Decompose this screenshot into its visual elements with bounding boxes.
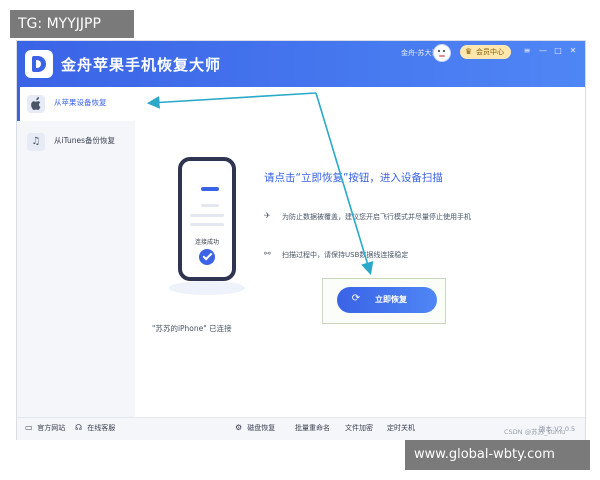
csdn-watermark: CSDN @苏苏_sumu <box>504 428 566 436</box>
footer-bar: ▭ 官方网站 ☊ 在线客服 ⚙ 磁盘恢复 批量重命名 文件加密 定时关机 版本:… <box>17 417 585 440</box>
sidebar: 从苹果设备恢复 ♫ 从iTunes备份恢复 <box>17 87 135 417</box>
sidebar-item-label: 从iTunes备份恢复 <box>54 136 116 145</box>
footer-scheduled-shutdown[interactable]: 定时关机 <box>387 423 415 433</box>
footer-online-support[interactable]: ☊ 在线客服 <box>75 423 115 433</box>
minimize-icon[interactable]: — <box>537 45 549 57</box>
sidebar-item-itunes-backup[interactable]: ♫ 从iTunes备份恢复 <box>17 125 135 159</box>
checkmark-icon <box>199 249 215 265</box>
close-icon[interactable]: ✕ <box>567 45 579 57</box>
phone-icon: 连接成功 <box>178 157 236 281</box>
monitor-icon: ▭ <box>25 423 33 432</box>
maximize-icon[interactable]: □ <box>552 45 564 57</box>
footer-file-encrypt[interactable]: 文件加密 <box>345 423 373 433</box>
apple-icon <box>27 95 45 113</box>
sidebar-item-apple-device[interactable]: 从苹果设备恢复 <box>17 87 135 121</box>
footer-disk-recovery[interactable]: ⚙ 磁盘恢复 <box>235 423 275 433</box>
device-connected-caption: "苏苏的iPhone" 已连接 <box>152 324 232 333</box>
crown-icon: ♛ <box>465 47 473 56</box>
airplane-icon: ✈ <box>264 211 271 220</box>
usb-icon: ⚯ <box>264 249 271 258</box>
tg-badge: TG: MYYJJPP <box>10 10 134 38</box>
footer-official-site[interactable]: ▭ 官方网站 <box>25 423 65 433</box>
menu-icon[interactable]: ≡ <box>521 45 533 57</box>
restore-now-label: 立即恢复 <box>375 295 407 304</box>
title-bar: 金舟苹果手机恢复大师 金舟-苏大哥 ♛ 会员中心 ≡ — □ ✕ <box>17 41 585 87</box>
site-watermark: www.global-wbty.com <box>405 440 590 470</box>
vip-center-label: 会员中心 <box>476 48 504 56</box>
refresh-icon: ⟳ <box>351 293 361 304</box>
app-window: 金舟苹果手机恢复大师 金舟-苏大哥 ♛ 会员中心 ≡ — □ ✕ 从苹果设备恢复… <box>16 40 586 440</box>
headset-icon: ☊ <box>75 423 83 432</box>
app-logo-icon <box>25 50 53 78</box>
scan-prompt: 请点击“立即恢复”按钮，进入设备扫描 <box>264 172 443 184</box>
phone-illustration: 连接成功 <box>169 157 245 297</box>
avatar[interactable] <box>433 44 451 62</box>
footer-batch-rename[interactable]: 批量重命名 <box>295 423 330 433</box>
sidebar-item-label: 从苹果设备恢复 <box>54 98 107 107</box>
connection-status: 连接成功 <box>194 239 219 246</box>
vip-center-button[interactable]: ♛ 会员中心 <box>460 45 511 59</box>
app-title: 金舟苹果手机恢复大师 <box>61 56 222 74</box>
restore-now-button[interactable]: ⟳ 立即恢复 <box>337 287 437 313</box>
disk-recovery-icon: ⚙ <box>235 423 243 432</box>
music-note-icon: ♫ <box>27 133 45 151</box>
